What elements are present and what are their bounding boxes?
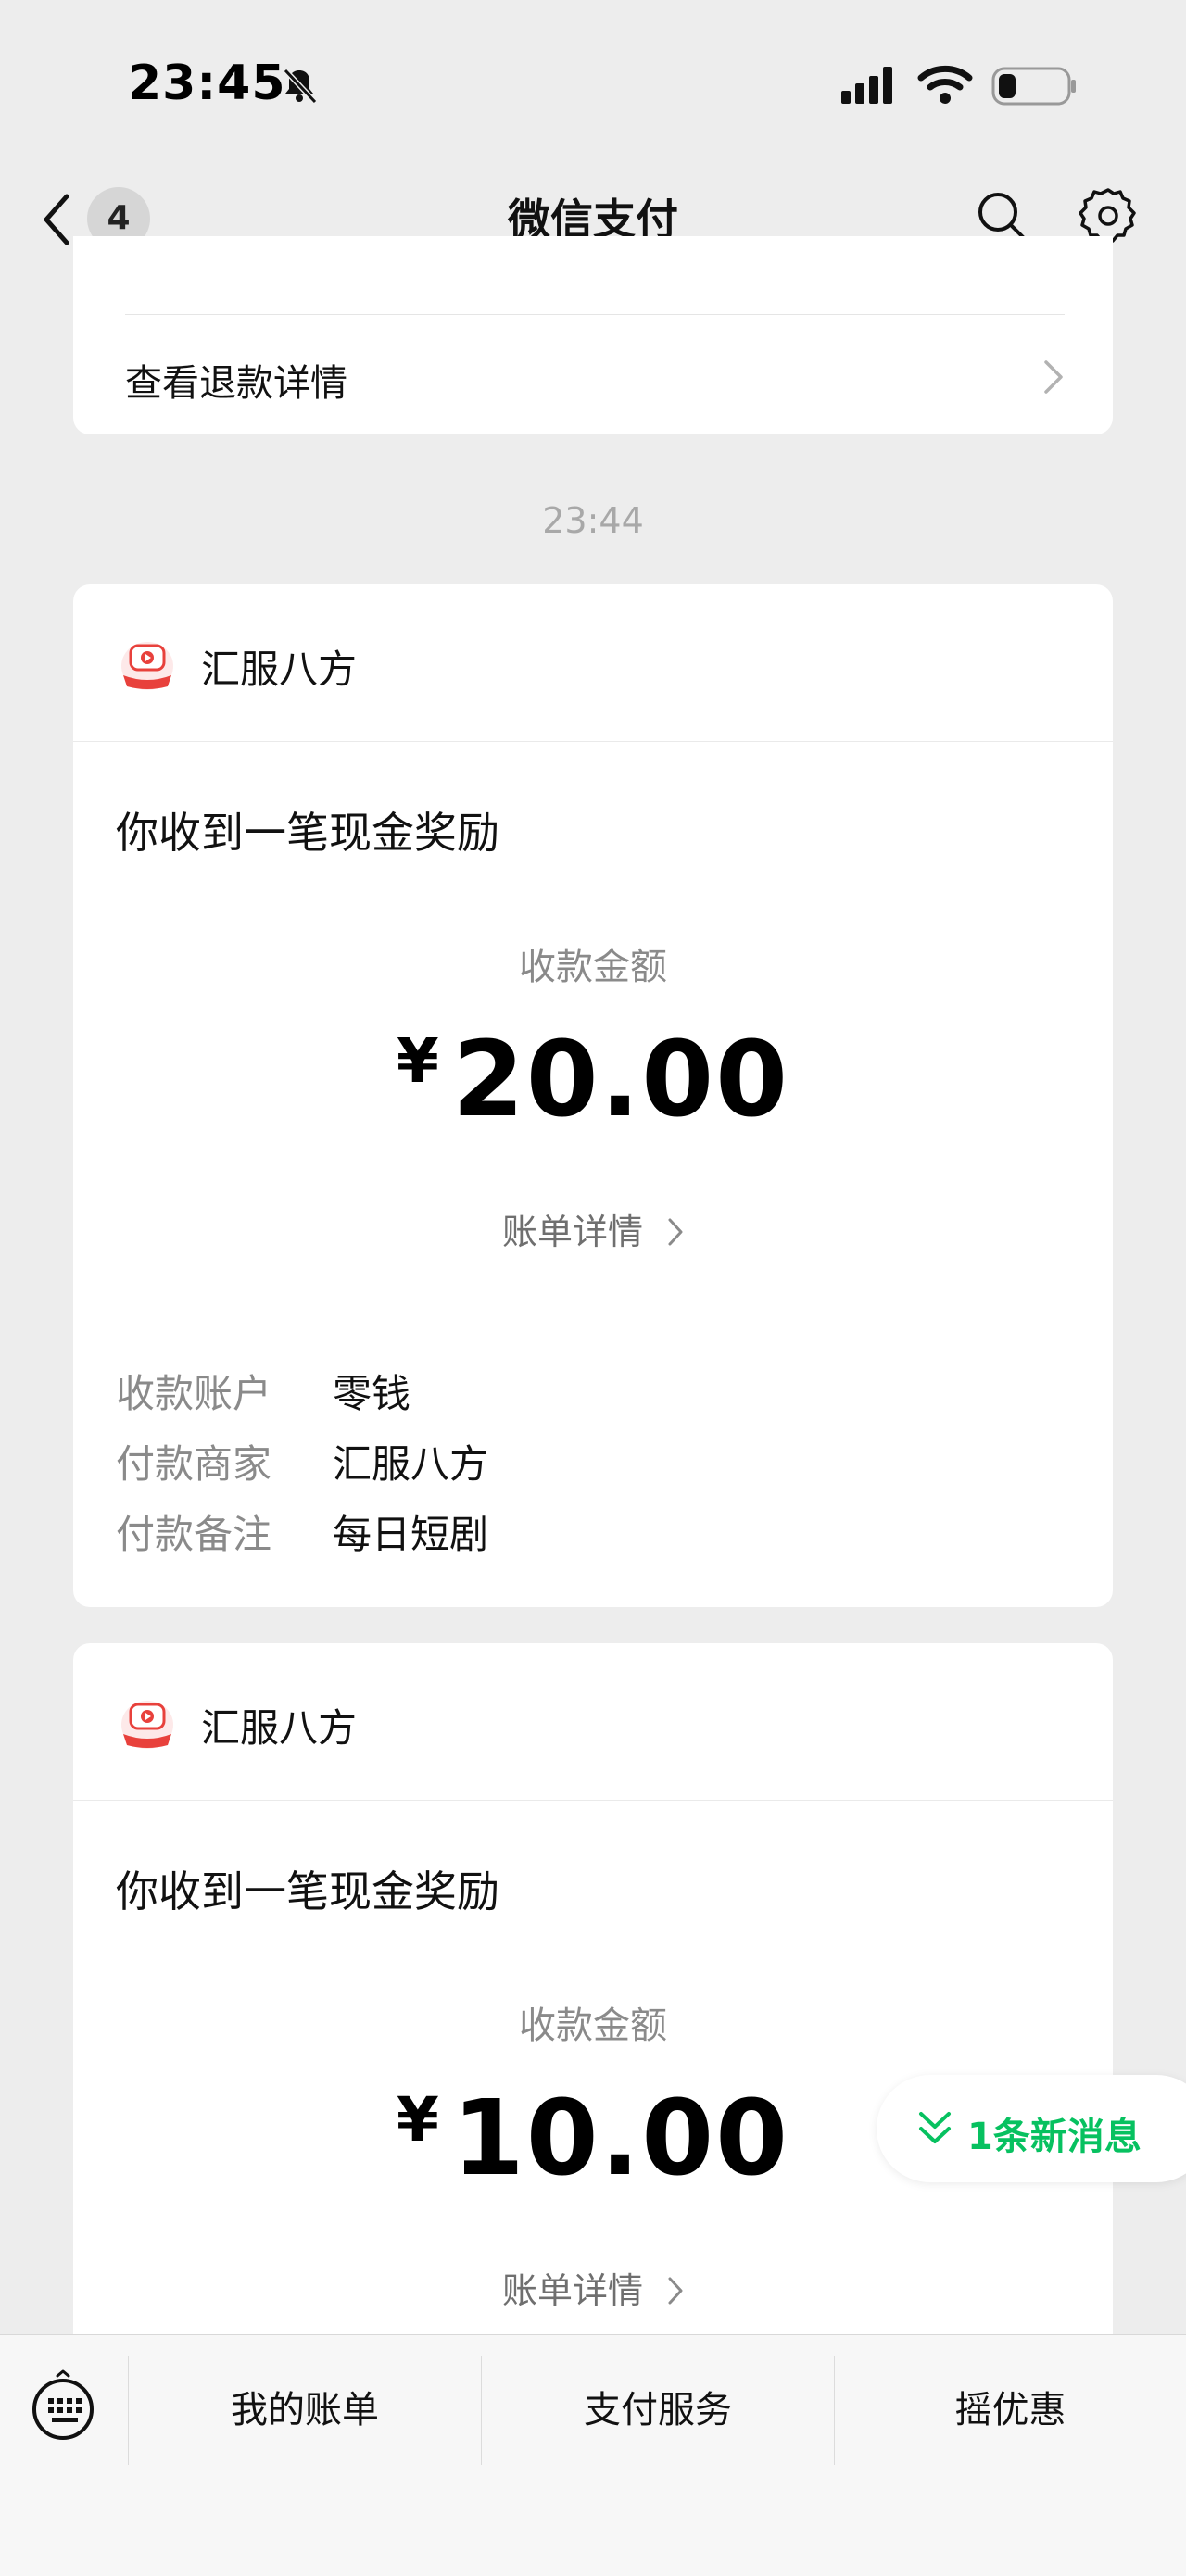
refund-details-link[interactable]: 查看退款详情 [125,329,1065,421]
payment-message-card[interactable]: 汇服八方 你收到一笔现金奖励 收款金额 ¥20.00 账单详情 收款账户 零钱 付… [73,584,1113,1607]
merchant-name: 汇服八方 [201,647,358,692]
merchant-logo-icon [118,1693,177,1753]
signal-icon [839,65,901,109]
status-time: 23:45 [128,56,286,111]
payment-message-card[interactable]: 汇服八方 你收到一笔现金奖励 收款金额 ¥10.00 账单详情 [73,1643,1113,2347]
detail-value: 每日短剧 [333,1512,489,1557]
currency-symbol: ¥ [396,1025,439,1097]
status-bar: 23:45 [0,0,1186,167]
chevron-right-icon [668,1218,683,1245]
detail-value: 汇服八方 [333,1441,489,1487]
chevron-right-icon [1042,358,1065,399]
bill-details-label: 账单详情 [501,1212,643,1252]
amount-value: 20.00 [451,1020,790,1140]
currency-symbol: ¥ [396,2084,439,2155]
divider [125,314,1065,315]
amount-label: 收款金额 [519,2004,667,2047]
bill-details-label: 账单详情 [501,2270,643,2311]
detail-value: 零钱 [333,1371,411,1416]
detail-row: 付款备注 每日短剧 [116,1500,488,1570]
detail-key: 收款账户 [116,1371,272,1416]
notice-title: 你收到一笔现金奖励 [116,1866,499,1916]
chat-timestamp: 23:44 [542,500,644,541]
bill-details-link[interactable]: 账单详情 [73,2262,1113,2313]
battery-icon [991,65,1079,111]
merchant-header[interactable]: 汇服八方 [73,1643,1113,1801]
amount-value: 10.00 [451,2079,790,2199]
bill-details-link[interactable]: 账单详情 [73,1203,1113,1254]
menu-item-payment-services[interactable]: 支付服务 [482,2356,834,2465]
bottom-menu-bar: 我的账单 支付服务 摇优惠 [0,2334,1186,2576]
bell-muted-icon [278,65,321,111]
merchant-name: 汇服八方 [201,1705,358,1751]
detail-row: 收款账户 零钱 [116,1359,488,1429]
detail-key: 付款商家 [116,1441,272,1487]
detail-list: 收款账户 零钱 付款商家 汇服八方 付款备注 每日短剧 [116,1359,488,1570]
new-message-pill[interactable]: 1条新消息 [877,2075,1186,2182]
chevron-right-icon [668,2277,683,2304]
keyboard-icon[interactable] [30,2369,96,2443]
refund-card: 查看退款详情 [73,236,1113,434]
double-chevron-down-icon [917,2110,953,2151]
new-message-label: 1条新消息 [967,2116,1142,2158]
refund-details-label: 查看退款详情 [125,362,347,405]
amount-label: 收款金额 [519,946,667,988]
menu-item-my-bills[interactable]: 我的账单 [129,2356,481,2465]
amount: ¥20.00 [73,1020,1113,1140]
detail-row: 付款商家 汇服八方 [116,1429,488,1500]
merchant-header[interactable]: 汇服八方 [73,584,1113,742]
menu-item-shake-deals[interactable]: 摇优惠 [835,2356,1186,2465]
notice-title: 你收到一笔现金奖励 [116,808,499,858]
detail-key: 付款备注 [116,1512,272,1557]
wifi-icon [917,61,973,109]
merchant-logo-icon [118,635,177,694]
